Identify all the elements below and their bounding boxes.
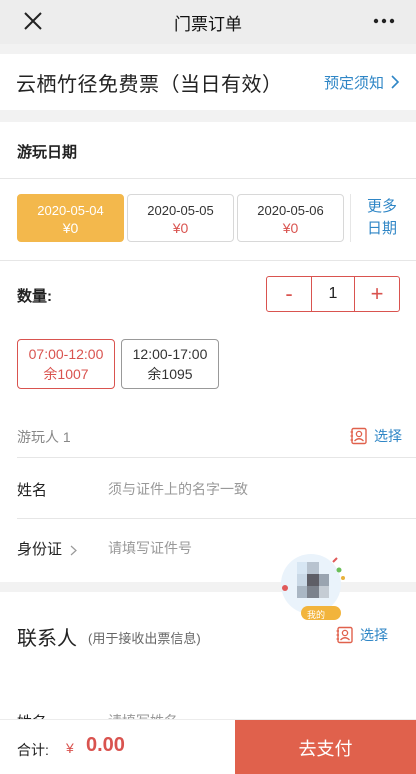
divider: [0, 178, 416, 179]
date-option-price: ¥0: [172, 220, 189, 236]
floating-widget-badge: 我的: [307, 610, 326, 620]
visitor-id-row: 身份证 请填写证件号: [0, 519, 416, 577]
more-dates-button[interactable]: 更多 日期: [366, 196, 398, 240]
contact-title: 联系人: [17, 628, 77, 650]
quantity-stepper: - 1 +: [266, 276, 400, 312]
booking-card: 游玩日期 2020-05-04 ¥0 2020-05-05 ¥0 2020-05…: [0, 122, 416, 582]
floating-widget[interactable]: 我的: [273, 548, 353, 624]
contact-card-icon: [336, 626, 353, 644]
order-page: 门票订单 云栖竹径免费票（当日有效） 预定须知 游玩日期 2020-05-04 …: [0, 0, 416, 774]
nav-bar: 门票订单: [0, 0, 416, 44]
contact-card-icon: [350, 427, 367, 445]
ticket-title: 云栖竹径免费票（当日有效）: [16, 73, 283, 96]
date-option-date: 2020-05-05: [147, 203, 214, 218]
booking-notice-link[interactable]: 预定须知: [324, 72, 400, 93]
date-option-price: ¥0: [282, 220, 299, 236]
visitor-name-input[interactable]: 须与证件上的名字一致: [108, 479, 248, 499]
time-slot-time: 07:00-12:00: [28, 346, 104, 362]
select-visitor-label: 选择: [374, 428, 402, 444]
booking-notice-label: 预定须知: [323, 74, 384, 92]
more-dates-line2: 日期: [366, 220, 397, 237]
total-amount: 0.00: [86, 734, 125, 756]
date-option[interactable]: 2020-05-05 ¥0: [127, 194, 234, 242]
close-icon[interactable]: [22, 10, 44, 32]
select-contact-button[interactable]: 选择: [336, 625, 388, 645]
increment-button[interactable]: +: [355, 277, 399, 311]
id-number-input[interactable]: 请填写证件号: [108, 538, 192, 558]
time-slot-remaining: 余1095: [147, 366, 193, 382]
more-icon[interactable]: [372, 14, 396, 28]
time-slot-option[interactable]: 07:00-12:00 余1007: [17, 339, 115, 389]
contact-subtitle: (用于接收出票信息): [88, 631, 201, 646]
ticket-title-card: 云栖竹径免费票（当日有效） 预定须知: [0, 54, 416, 110]
id-type-selector[interactable]: 身份证: [17, 538, 77, 559]
chevron-right-icon: [70, 545, 77, 555]
date-option-date: 2020-05-04: [37, 203, 104, 218]
quantity-label: 数量:: [17, 288, 52, 305]
date-option-price: ¥0: [62, 220, 79, 236]
select-contact-label: 选择: [360, 627, 388, 643]
visitor-name-label: 姓名: [17, 482, 48, 499]
chevron-right-icon: [391, 75, 400, 89]
visitor-label: 游玩人 1: [17, 429, 71, 445]
visit-date-label: 游玩日期: [17, 144, 78, 161]
pay-button[interactable]: 去支付: [235, 720, 416, 774]
select-visitor-button[interactable]: 选择: [350, 426, 402, 446]
id-type-label: 身份证: [17, 541, 63, 558]
time-slot-remaining: 余1007: [43, 366, 89, 382]
divider: [350, 194, 351, 242]
date-option[interactable]: 2020-05-06 ¥0: [237, 194, 344, 242]
total-label: 合计:: [17, 742, 49, 758]
page-title: 门票订单: [174, 14, 242, 34]
divider: [17, 457, 416, 458]
decrement-button[interactable]: -: [267, 277, 311, 311]
more-dates-line1: 更多: [366, 198, 397, 215]
total-currency: ¥: [66, 740, 74, 756]
time-slot-time: 12:00-17:00: [132, 346, 208, 362]
date-option-date: 2020-05-06: [257, 203, 324, 218]
quantity-value[interactable]: 1: [311, 277, 355, 311]
time-slot-option[interactable]: 12:00-17:00 余1095: [121, 339, 219, 389]
visitor-name-row: 姓名 须与证件上的名字一致: [0, 460, 416, 518]
divider: [0, 260, 416, 261]
date-option[interactable]: 2020-05-04 ¥0: [17, 194, 124, 242]
bottom-bar: 合计: ¥ 0.00 去支付: [0, 719, 416, 774]
